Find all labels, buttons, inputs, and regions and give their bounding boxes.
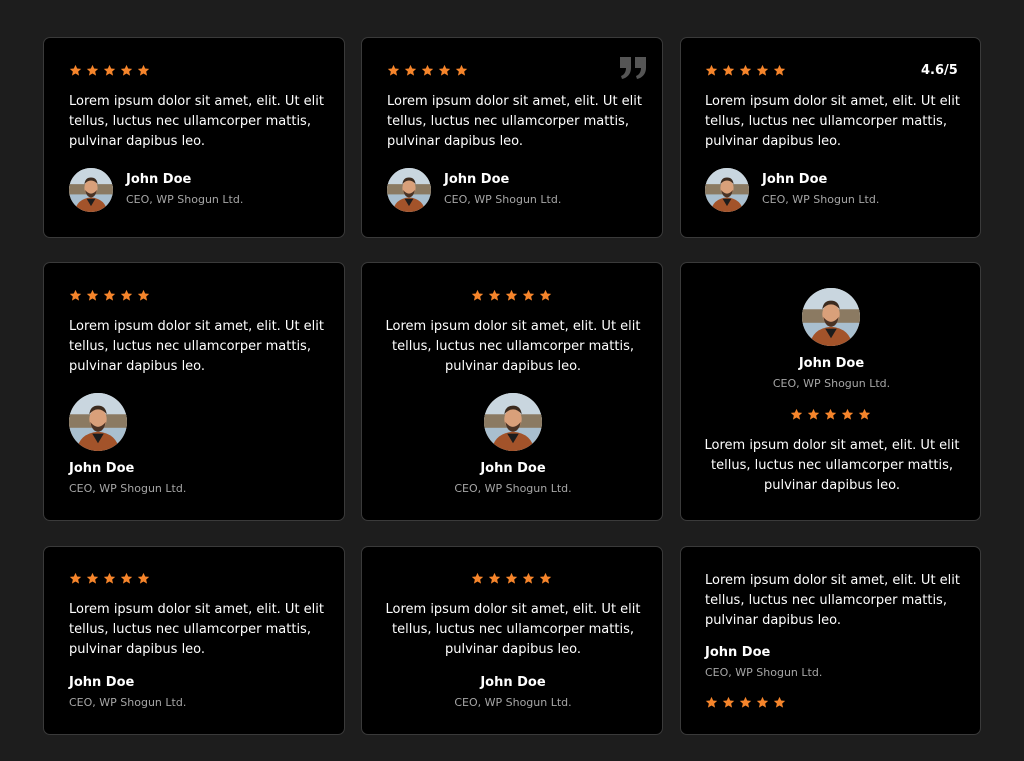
author-name: John Doe [444,172,510,187]
rating-stars [69,64,150,78]
author-role: CEO, WP Shogun Ltd. [444,193,562,206]
star-icon [69,289,82,302]
star-icon [705,64,718,77]
star-icon [539,289,552,302]
star-icon [722,696,735,709]
testimonial-text: Lorem ipsum dolor sit amet, elit. Ut eli… [704,438,960,493]
star-icon [488,572,501,585]
star-icon [773,64,786,77]
rating-score: 4.6/5 [921,63,958,78]
star-icon [807,408,820,421]
avatar [484,393,542,451]
star-icon [722,64,735,77]
star-icon [404,64,417,77]
author-role: CEO, WP Shogun Ltd. [69,482,187,495]
author-name: John Doe [69,461,135,476]
star-icon [739,696,752,709]
star-icon [103,64,116,77]
author-role: CEO, WP Shogun Ltd. [69,696,187,709]
star-icon [471,289,484,302]
testimonial-text: Lorem ipsum dolor sit amet, elit. Ut eli… [69,319,324,374]
star-icon [705,696,718,709]
star-icon [103,572,116,585]
author-name: John Doe [705,645,771,660]
star-icon [69,64,82,77]
author-name: John Doe [798,356,865,371]
avatar [69,393,127,451]
rating-stars [471,289,552,303]
star-icon [505,289,518,302]
author-role: CEO, WP Shogun Ltd. [705,666,823,679]
author-name: John Doe [762,172,828,187]
star-icon [86,289,99,302]
testimonial-text: Lorem ipsum dolor sit amet, elit. Ut eli… [385,319,641,374]
testimonial-text: Lorem ipsum dolor sit amet, elit. Ut eli… [69,602,324,657]
star-icon [69,572,82,585]
star-icon [421,64,434,77]
testimonial-card-1: Lorem ipsum dolor sit amet, elit. Ut eli… [43,37,345,238]
rating-stars [705,696,786,710]
testimonial-card-4: Lorem ipsum dolor sit amet, elit. Ut eli… [43,262,345,521]
star-icon [756,64,769,77]
author-name: John Doe [69,675,135,690]
star-icon [120,572,133,585]
star-icon [86,64,99,77]
rating-stars [387,64,468,78]
author-name: John Doe [480,675,546,690]
star-icon [120,64,133,77]
star-icon [522,572,535,585]
star-icon [488,289,501,302]
star-icon [86,572,99,585]
star-icon [824,408,837,421]
star-icon [773,696,786,709]
rating-stars [790,408,871,422]
star-icon [539,572,552,585]
avatar [387,168,431,212]
star-icon [505,572,518,585]
star-icon [120,289,133,302]
testimonial-card-7: Lorem ipsum dolor sit amet, elit. Ut eli… [43,546,345,735]
star-icon [387,64,400,77]
star-icon [756,696,769,709]
avatar [705,168,749,212]
author-role: CEO, WP Shogun Ltd. [454,482,572,495]
star-icon [103,289,116,302]
star-icon [137,64,150,77]
testimonial-card-8: Lorem ipsum dolor sit amet, elit. Ut eli… [361,546,663,735]
rating-stars [471,572,552,586]
star-icon [455,64,468,77]
star-icon [522,289,535,302]
author-role: CEO, WP Shogun Ltd. [126,193,244,206]
star-icon [137,289,150,302]
testimonial-card-3: 4.6/5 Lorem ipsum dolor sit amet, elit. … [680,37,981,238]
testimonial-text: Lorem ipsum dolor sit amet, elit. Ut eli… [385,602,641,657]
author-name: John Doe [480,461,546,476]
star-icon [739,64,752,77]
star-icon [471,572,484,585]
testimonial-text: Lorem ipsum dolor sit amet, elit. Ut eli… [705,94,960,149]
rating-stars [705,64,786,78]
author-role: CEO, WP Shogun Ltd. [454,696,572,709]
star-icon [137,572,150,585]
testimonial-text: Lorem ipsum dolor sit amet, elit. Ut eli… [705,573,960,628]
author-role: CEO, WP Shogun Ltd. [772,377,891,390]
star-icon [438,64,451,77]
rating-stars [69,572,150,586]
testimonial-card-5: Lorem ipsum dolor sit amet, elit. Ut eli… [361,262,663,521]
star-icon [858,408,871,421]
author-role: CEO, WP Shogun Ltd. [762,193,880,206]
testimonial-text: Lorem ipsum dolor sit amet, elit. Ut eli… [69,94,324,149]
star-icon [790,408,803,421]
testimonial-card-2: Lorem ipsum dolor sit amet, elit. Ut eli… [361,37,663,238]
avatar [69,168,113,212]
testimonial-card-9: Lorem ipsum dolor sit amet, elit. Ut eli… [680,546,981,735]
quote-icon [620,57,648,79]
testimonial-text: Lorem ipsum dolor sit amet, elit. Ut eli… [387,94,642,149]
star-icon [841,408,854,421]
testimonial-card-6: John Doe CEO, WP Shogun Ltd. Lorem ipsum… [680,262,981,521]
author-name: John Doe [126,172,192,187]
avatar [802,288,860,346]
rating-stars [69,289,150,303]
